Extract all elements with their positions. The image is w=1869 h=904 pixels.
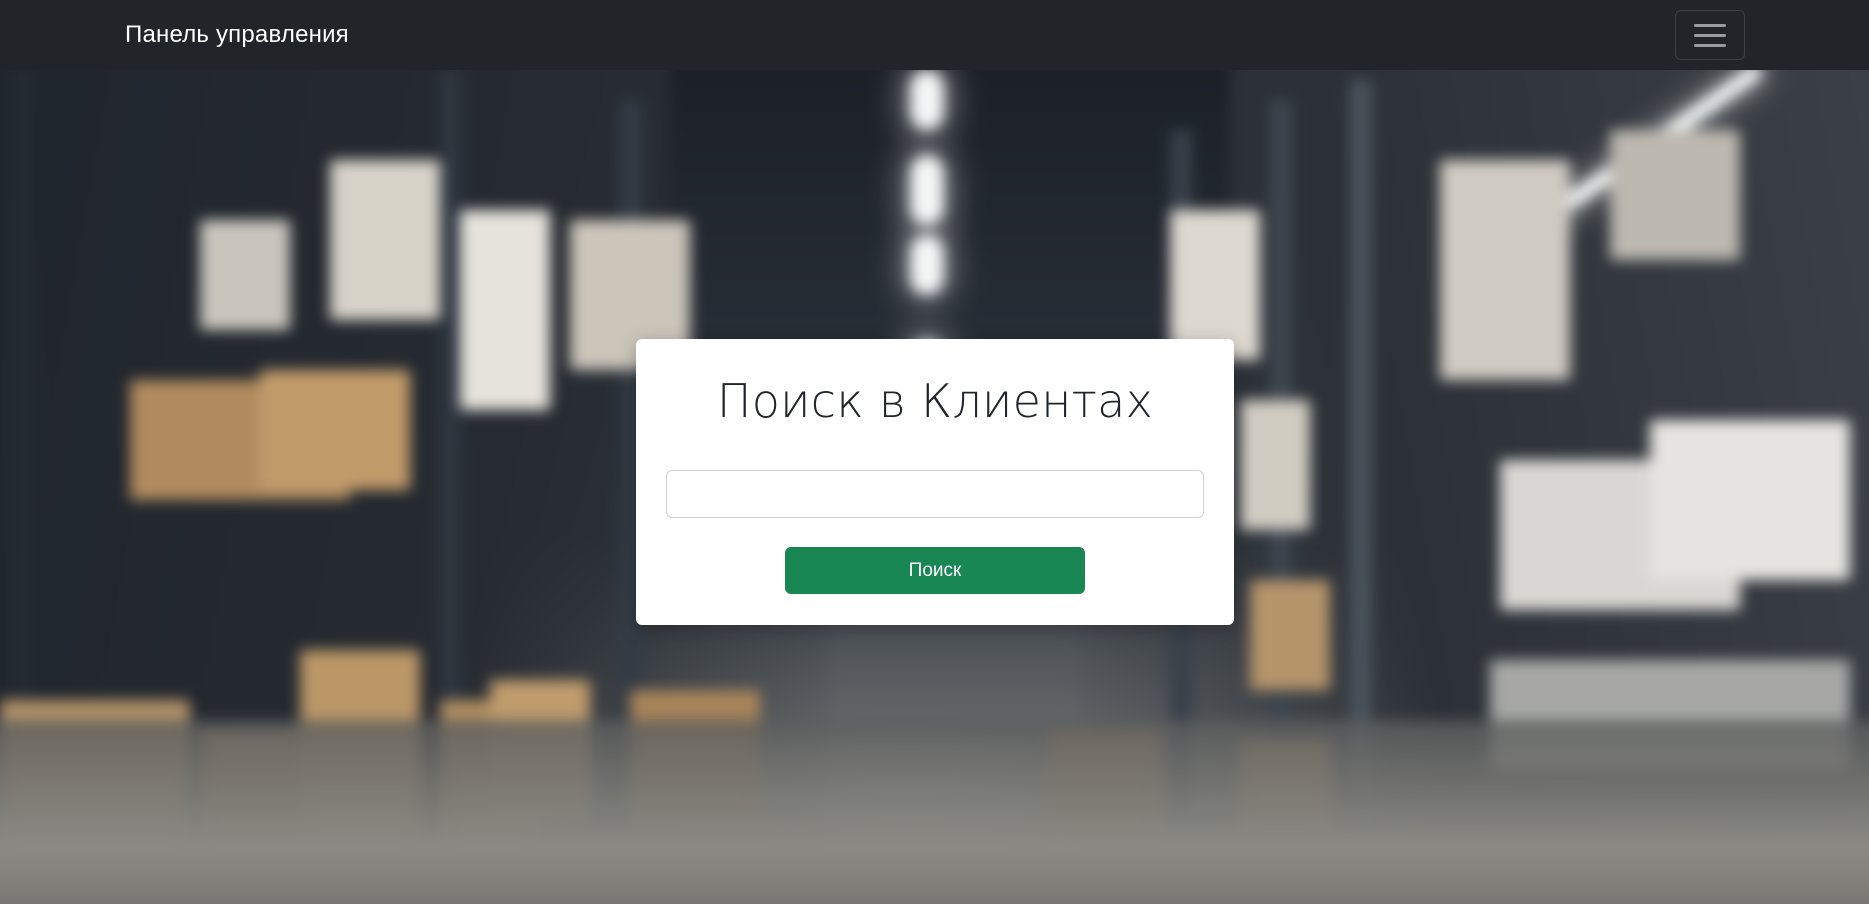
hamburger-menu-icon [1694,23,1726,27]
search-title: Поиск в Клиентах [716,374,1154,428]
navbar-brand[interactable]: Панель управления [125,21,349,49]
hamburger-menu-icon-line-3 [1694,43,1726,47]
top-navbar: Панель управления [0,0,1869,70]
search-button[interactable]: Поиск [785,547,1085,594]
search-card: Поиск в Клиентах Поиск [636,339,1234,625]
hamburger-menu-icon-line-2 [1694,33,1726,37]
navbar-toggler-button[interactable] [1675,10,1745,60]
search-input[interactable] [666,470,1204,518]
